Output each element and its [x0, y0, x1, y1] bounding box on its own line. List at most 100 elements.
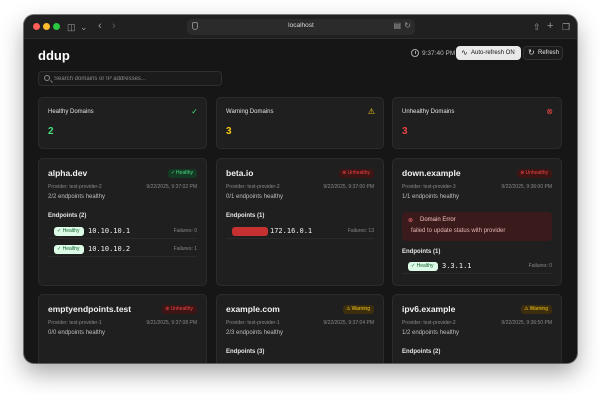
endpoints-summary: 2/3 endpoints healthy: [226, 330, 284, 336]
endpoint-ip: 10.10.10.1: [88, 227, 131, 235]
check-circle-icon: ✓: [191, 107, 198, 116]
summary-title: Warning Domains: [226, 109, 274, 115]
endpoints-header: Endpoints (2): [48, 213, 87, 219]
domain-card-alpha-dev[interactable]: alpha.dev ✓Healthy Provider: test-provid…: [38, 158, 207, 286]
sidebar-toggle-icon[interactable]: ◫: [67, 20, 76, 34]
endpoint-status-badge: ✓ Healthy: [54, 227, 84, 236]
forward-icon[interactable]: ›: [112, 20, 116, 32]
provider-label: Provider: test-provider-1: [226, 320, 280, 326]
close-window-button[interactable]: [33, 23, 40, 30]
updated-timestamp: 9/22/2025, 9:36:50 PM: [501, 320, 552, 326]
status-badge: ⊗Unhealthy: [517, 169, 552, 178]
endpoint-row: ✓ Healthy 3.3.1.1 Failures: 0: [402, 260, 552, 274]
translate-icon[interactable]: ▤: [393, 21, 401, 30]
provider-label: Provider: test-provider-2: [48, 184, 102, 190]
domain-card-down-example[interactable]: down.example ⊗Unhealthy Provider: test-p…: [392, 158, 562, 286]
endpoints-summary: 2/2 endpoints healthy: [48, 194, 106, 200]
reload-icon[interactable]: ↻: [404, 21, 411, 30]
provider-label: Provider: test-provider-2: [226, 184, 280, 190]
endpoint-failures: Failures: 1: [173, 246, 197, 252]
updated-timestamp: 9/21/2025, 9:37:08 PM: [146, 320, 197, 326]
domain-card-beta-io[interactable]: beta.io ⊗Unhealthy Provider: test-provid…: [216, 158, 384, 286]
search-box[interactable]: [38, 71, 222, 86]
last-updated-time: 9:37:40 PM: [422, 50, 456, 57]
domain-name: ipv6.example: [402, 304, 456, 314]
provider-label: Provider: test-provider-2: [402, 320, 456, 326]
search-input[interactable]: [54, 73, 219, 84]
healthy-summary-card: Healthy Domains ✓ 2: [38, 97, 207, 149]
tab-overview-icon[interactable]: ❐: [562, 20, 570, 34]
warning-triangle-icon: ⚠: [524, 306, 529, 312]
unhealthy-count: 3: [402, 126, 408, 137]
endpoint-status-badge: ✓ Healthy: [54, 245, 84, 254]
warning-triangle-icon: ⚠: [367, 107, 375, 116]
back-icon[interactable]: ‹: [98, 20, 102, 32]
endpoint-failures: Failures: 0: [173, 228, 197, 234]
provider-label: Provider: test-provider-3: [402, 184, 456, 190]
endpoints-header: Endpoints (1): [226, 213, 265, 219]
refresh-icon: ↻: [528, 48, 535, 57]
refresh-button[interactable]: ↻ Refresh: [523, 46, 563, 60]
endpoints-header: Endpoints (3): [226, 349, 265, 355]
endpoint-failures: Failures: 0: [528, 263, 552, 269]
endpoint-row: ✓ Healthy 10.10.10.1 Failures: 0: [48, 225, 197, 239]
activity-icon: ∿: [461, 48, 468, 57]
endpoint-row: ✓ Healthy 10.10.10.2 Failures: 1: [48, 243, 197, 257]
summary-title: Unhealthy Domains: [402, 109, 455, 115]
endpoint-ip: 10.10.10.2: [88, 245, 131, 253]
healthy-count: 2: [48, 126, 54, 137]
app-logo: ddup: [38, 48, 70, 63]
updated-timestamp: 9/22/2025, 9:37:02 PM: [146, 184, 197, 190]
search-icon: [44, 75, 50, 81]
endpoints-summary: 1/2 endpoints healthy: [402, 330, 460, 336]
domain-card-emptyendpoints-test[interactable]: emptyendpoints.test ⊗Unhealthy Provider:…: [38, 294, 207, 363]
new-tab-icon[interactable]: +: [547, 20, 553, 32]
warning-count: 3: [226, 126, 232, 137]
endpoints-header: Endpoints (2): [402, 349, 441, 355]
x-circle-icon: ⊗: [342, 170, 347, 176]
x-circle-icon: ⊗: [520, 170, 525, 176]
updated-timestamp: 9/22/2025, 9:37:04 PM: [323, 320, 374, 326]
endpoint-row: 172.16.0.1 Failures: 13: [226, 225, 374, 239]
status-badge: ⚠Warning: [521, 305, 552, 314]
warning-summary-card: Warning Domains ⚠ 3: [216, 97, 384, 149]
chevron-down-icon[interactable]: ⌄: [80, 20, 88, 34]
address-bar[interactable]: localhost ▤ ↻: [187, 19, 415, 35]
provider-label: Provider: test-provider-1: [48, 320, 102, 326]
domain-name: down.example: [402, 168, 461, 178]
endpoints-summary: 0/0 endpoints healthy: [48, 330, 106, 336]
auto-refresh-toggle-button[interactable]: ∿ Auto-refresh ON: [456, 46, 521, 60]
domain-card-ipv6-example[interactable]: ipv6.example ⚠Warning Provider: test-pro…: [392, 294, 562, 363]
minimize-window-button[interactable]: [43, 23, 50, 30]
summary-title: Healthy Domains: [48, 109, 94, 115]
endpoint-ip: 3.3.1.1: [442, 262, 472, 270]
clock-icon: [411, 49, 419, 57]
status-badge: ⚠Warning: [343, 305, 374, 314]
share-icon[interactable]: ⇧: [533, 20, 541, 34]
error-message: failed to update status with provider: [411, 228, 506, 234]
endpoint-status-badge: ✓ Healthy: [408, 262, 438, 271]
address-url: localhost: [288, 22, 314, 29]
endpoint-ip: 172.16.0.1: [270, 227, 313, 235]
domain-card-example-com[interactable]: example.com ⚠Warning Provider: test-prov…: [216, 294, 384, 363]
domain-name: emptyendpoints.test: [48, 304, 132, 314]
x-circle-icon: ⊗: [408, 218, 414, 224]
zoom-window-button[interactable]: [53, 23, 60, 30]
domain-name: alpha.dev: [48, 168, 88, 178]
x-circle-icon: ⊗: [165, 306, 170, 312]
browser-toolbar: ◫ ⌄ ‹ › localhost ▤ ↻ ⇧ + ❐: [24, 15, 577, 39]
endpoints-summary: 0/1 endpoints healthy: [226, 194, 284, 200]
auto-refresh-label: Auto-refresh ON: [471, 50, 515, 56]
status-badge: ✓Healthy: [167, 169, 197, 178]
endpoints-header: Endpoints (1): [402, 249, 441, 255]
endpoint-failures: Failures: 13: [347, 228, 374, 234]
updated-timestamp: 9/22/2025, 9:36:00 PM: [501, 184, 552, 190]
domain-name: example.com: [226, 304, 280, 314]
status-badge: ⊗Unhealthy: [339, 169, 374, 178]
browser-window: ◫ ⌄ ‹ › localhost ▤ ↻ ⇧ + ❐ ddup 9:37:40…: [24, 15, 577, 363]
error-title: Domain Error: [420, 217, 456, 223]
updated-timestamp: 9/22/2025, 9:37:00 PM: [323, 184, 374, 190]
status-badge: ⊗Unhealthy: [162, 305, 197, 314]
domain-name: beta.io: [226, 168, 254, 178]
endpoint-status-badge: [232, 227, 268, 236]
